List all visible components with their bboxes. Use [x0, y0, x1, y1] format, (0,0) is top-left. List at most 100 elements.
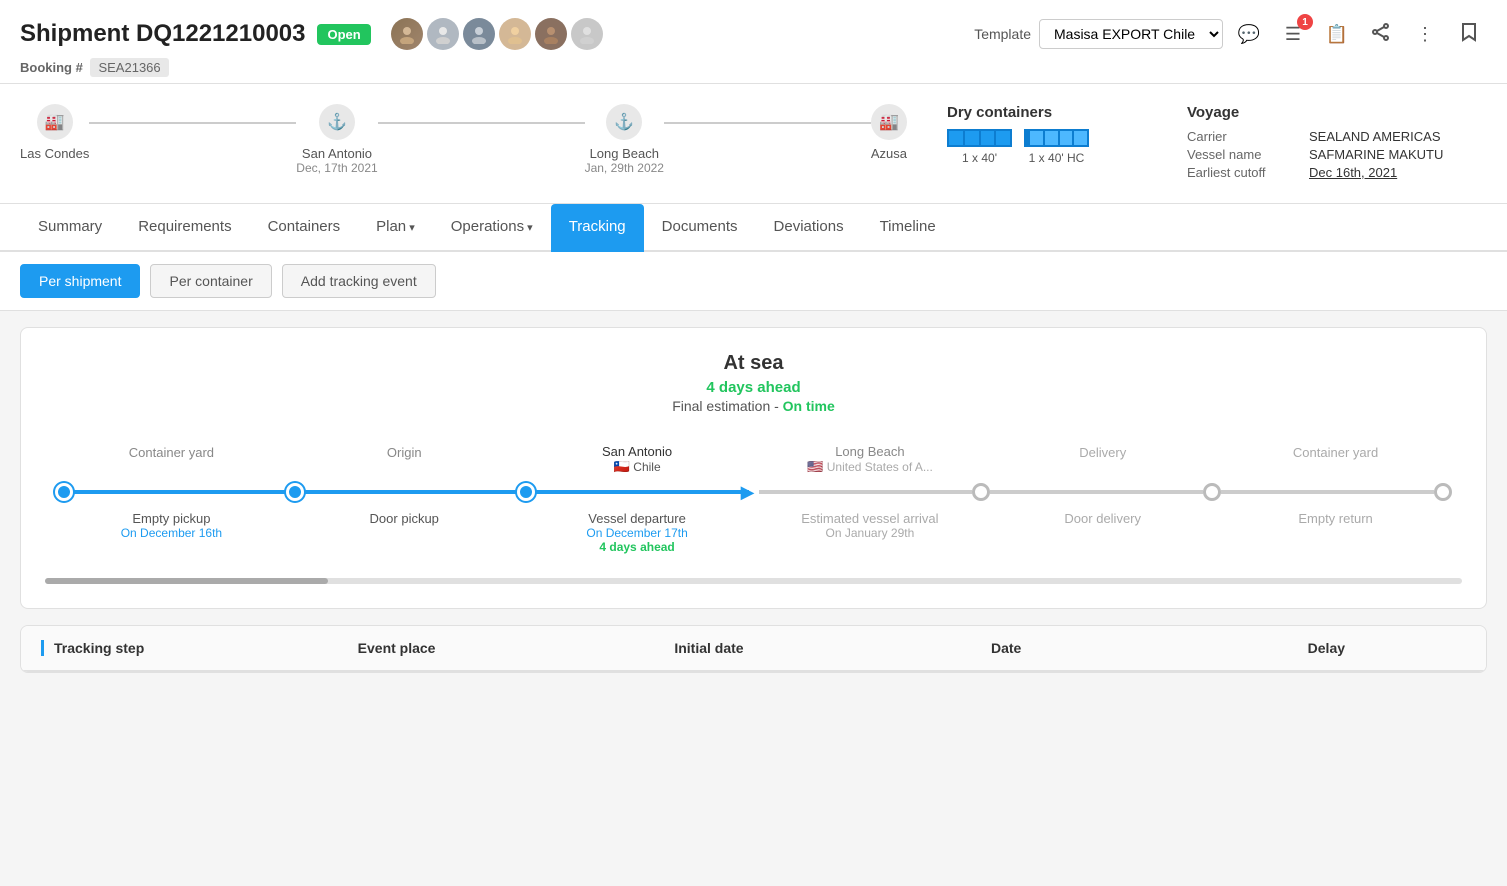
route-icon: ⚓ [319, 104, 355, 140]
voyage-row: Earliest cutoff Dec 16th, 2021 [1187, 165, 1487, 180]
voyage-key: Carrier [1187, 129, 1297, 144]
tab-requirements[interactable]: Requirements [120, 204, 249, 252]
template-select[interactable]: Masisa EXPORT Chile [1039, 19, 1223, 49]
voyage-key: Vessel name [1187, 147, 1297, 162]
container-bar-visual [947, 129, 1012, 147]
bottom-label-2: Door pickup [288, 511, 521, 554]
voyage-val-cutoff: Dec 16th, 2021 [1309, 165, 1397, 180]
timeline-container: Container yard Origin San Antonio 🇨🇱 Chi… [45, 444, 1462, 554]
tab-containers[interactable]: Containers [250, 204, 359, 252]
at-sea-estimation: Final estimation - On time [45, 398, 1462, 414]
chat-button[interactable]: 💬 [1231, 16, 1267, 52]
tab-timeline[interactable]: Timeline [862, 204, 954, 252]
main-content: At sea 4 days ahead Final estimation - O… [0, 311, 1507, 689]
timeline-segment-done [73, 490, 286, 494]
at-sea-subtitle: 4 days ahead [45, 379, 1462, 396]
scroll-bar[interactable] [45, 578, 1462, 584]
list-button[interactable]: ☰ 1 [1275, 16, 1311, 52]
tab-summary[interactable]: Summary [20, 204, 120, 252]
containers-title: Dry containers [947, 104, 1147, 121]
container-bar-group: 1 x 40' HC [1024, 129, 1089, 165]
voyage-row: Vessel name SAFMARINE MAKUTU [1187, 147, 1487, 162]
route-icon: ⚓ [606, 104, 642, 140]
timeline-arrow-icon: ▶ [741, 483, 755, 501]
tab-documents[interactable]: Documents [644, 204, 756, 252]
avatar [535, 18, 567, 50]
route-step: 🏭 Azusa [871, 104, 907, 161]
chat-icon: 💬 [1238, 24, 1260, 45]
sub-tab-per-container[interactable]: Per container [150, 264, 271, 298]
bookmark-button[interactable] [1451, 16, 1487, 52]
route-section: 🏭 Las Condes ⚓ San Antonio Dec, 17th 202… [0, 84, 1507, 204]
on-time-label: On time [783, 398, 835, 414]
table-section: Tracking step Event place Initial date D… [20, 625, 1487, 673]
scroll-bar-thumb [45, 578, 328, 584]
route-icon: 🏭 [871, 104, 907, 140]
timeline-segment-pending-3 [1221, 490, 1434, 494]
more-button[interactable]: ⋮ [1407, 16, 1443, 52]
top-label-delivery: Delivery [986, 444, 1219, 475]
share-icon [1372, 23, 1390, 46]
timeline-bottom-labels: Empty pickup On December 16th Door picku… [55, 511, 1452, 554]
at-sea-title: At sea [45, 352, 1462, 375]
bottom-label-5: Door delivery [986, 511, 1219, 554]
route-step: 🏭 Las Condes [20, 104, 89, 161]
tracking-card: At sea 4 days ahead Final estimation - O… [20, 327, 1487, 609]
header-row1: Shipment DQ1221210003 Open [20, 16, 1487, 52]
top-label-origin: Origin [288, 444, 521, 475]
timeline-node-4-pending [972, 483, 990, 501]
avatars [391, 18, 603, 50]
timeline-segment-pending-2 [990, 490, 1203, 494]
top-label-container-yard-end: Container yard [1219, 444, 1452, 475]
voyage-val: SAFMARINE MAKUTU [1309, 147, 1443, 162]
col-tracking-step: Tracking step [41, 640, 358, 656]
timeline-node-6-pending [1434, 483, 1452, 501]
containers-info: Dry containers 1 x 40' 1 x 40' HC [947, 104, 1147, 183]
booking-label: Booking # [20, 60, 83, 75]
notification-badge: 1 [1297, 14, 1313, 30]
share-button[interactable] [1363, 16, 1399, 52]
shipment-title: Shipment DQ1221210003 [20, 20, 305, 48]
template-label: Template [974, 26, 1031, 42]
tab-operations[interactable]: Operations [433, 204, 551, 252]
route-step-label: Long Beach [590, 146, 659, 161]
voyage-info: Voyage Carrier SEALAND AMERICAS Vessel n… [1187, 104, 1487, 183]
sub-tab-add-tracking[interactable]: Add tracking event [282, 264, 436, 298]
header: Shipment DQ1221210003 Open [0, 0, 1507, 84]
top-label-san-antonio: San Antonio 🇨🇱 Chile [521, 444, 754, 475]
bottom-label-4: Estimated vessel arrival On January 29th [753, 511, 986, 554]
container-bar-visual-hc [1024, 129, 1089, 147]
tab-tracking[interactable]: Tracking [551, 204, 644, 252]
route-line [664, 122, 871, 124]
avatar [571, 18, 603, 50]
voyage-key: Earliest cutoff [1187, 165, 1297, 180]
document-button[interactable]: 📋 [1319, 16, 1355, 52]
route-icon: 🏭 [37, 104, 73, 140]
avatar [499, 18, 531, 50]
booking-row: Booking # SEA21366 [20, 60, 1487, 75]
voyage-row: Carrier SEALAND AMERICAS [1187, 129, 1487, 144]
sub-tabs: Per shipment Per container Add tracking … [0, 252, 1507, 311]
document-icon: 📋 [1326, 24, 1348, 45]
container-bar-group: 1 x 40' [947, 129, 1012, 165]
sub-tab-per-shipment[interactable]: Per shipment [20, 264, 140, 298]
avatar [391, 18, 423, 50]
col-event-place: Event place [358, 640, 675, 656]
route-timeline: 🏭 Las Condes ⚓ San Antonio Dec, 17th 202… [20, 104, 907, 183]
top-label-long-beach: Long Beach 🇺🇸 United States of A... [753, 444, 986, 475]
voyage-val: SEALAND AMERICAS [1309, 129, 1441, 144]
more-icon: ⋮ [1416, 24, 1434, 45]
tab-plan[interactable]: Plan [358, 204, 433, 252]
tabs: Summary Requirements Containers Plan Ope… [0, 204, 1507, 252]
route-step-date: Dec, 17th 2021 [296, 161, 377, 175]
status-badge: Open [317, 24, 370, 45]
route-step: ⚓ San Antonio Dec, 17th 2021 [296, 104, 377, 175]
timeline-segment-arrow: ▶ [535, 490, 748, 494]
route-line [89, 122, 296, 124]
timeline-node-5-pending [1203, 483, 1221, 501]
tab-deviations[interactable]: Deviations [756, 204, 862, 252]
container-bar-label-hc: 1 x 40' HC [1029, 151, 1085, 165]
route-step-date: Jan, 29th 2022 [585, 161, 664, 175]
route-step-label: Azusa [871, 146, 907, 161]
container-bars: 1 x 40' 1 x 40' HC [947, 129, 1147, 165]
